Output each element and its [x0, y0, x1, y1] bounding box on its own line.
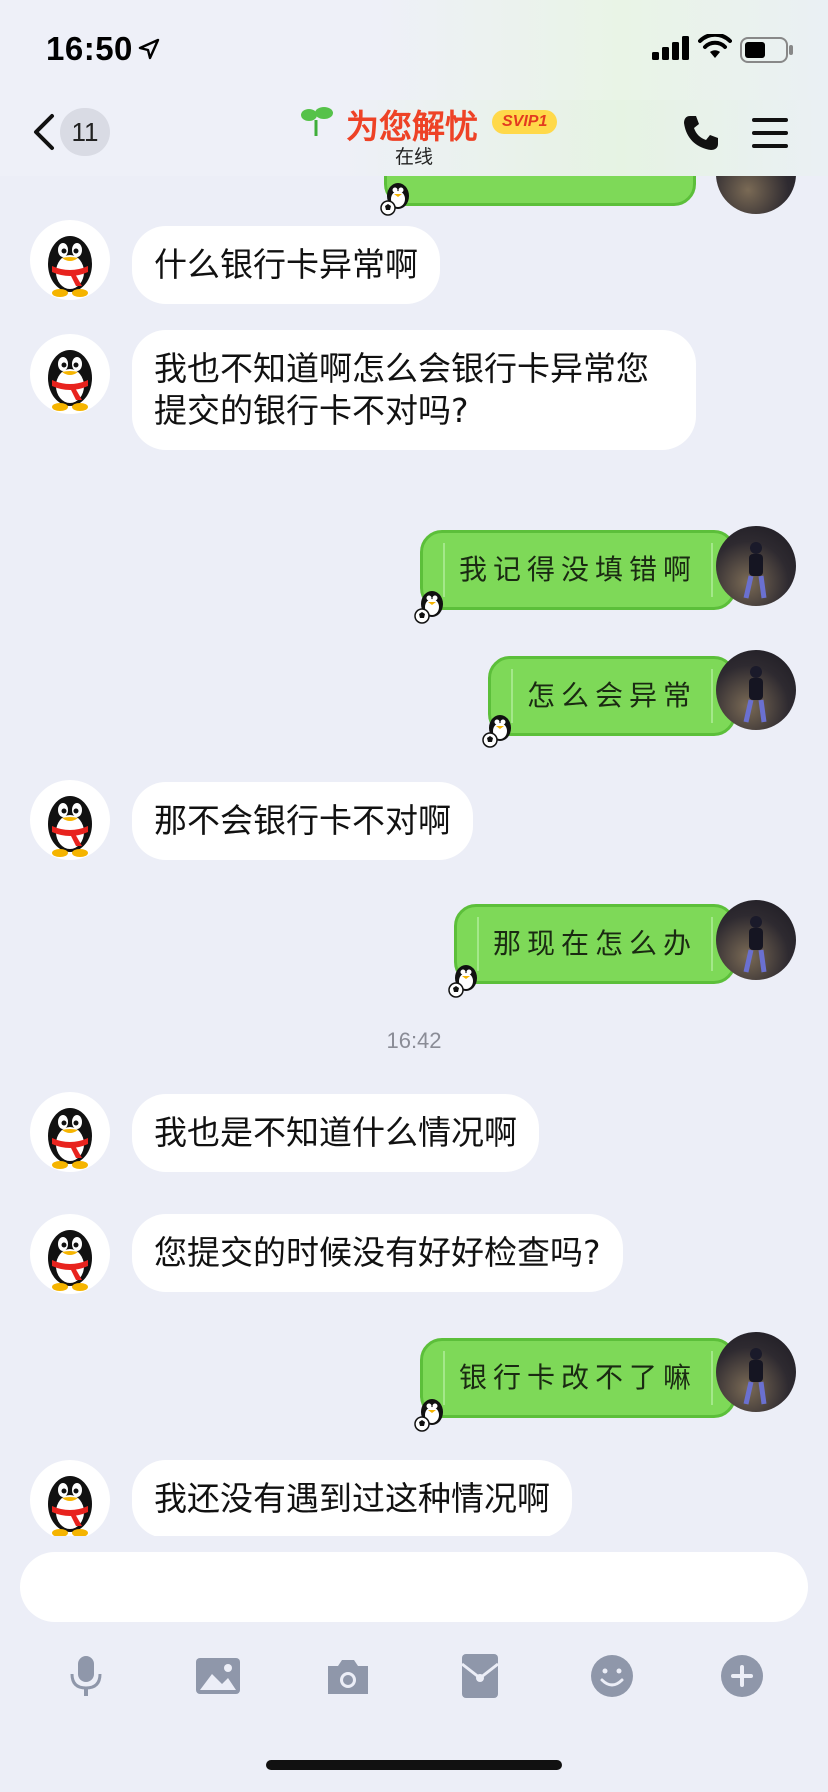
outgoing-bubble[interactable] — [384, 176, 696, 206]
contact-name[interactable]: 为您解忧 — [346, 100, 478, 148]
menu-icon[interactable] — [752, 116, 788, 150]
input-toolbar — [0, 1640, 828, 1710]
person-photo-icon — [743, 666, 767, 723]
qq-penguin-icon — [48, 796, 92, 857]
qq-penguin-icon — [48, 1230, 92, 1291]
phone-call-icon[interactable] — [682, 114, 720, 152]
outgoing-text: 我记得没填错啊 — [443, 543, 714, 597]
outgoing-bubble[interactable]: 我记得没填错啊 — [420, 530, 748, 610]
outgoing-bubble[interactable]: 那现在怎么办 — [454, 904, 748, 984]
plus-icon[interactable] — [718, 1652, 766, 1700]
microphone-icon[interactable] — [62, 1652, 110, 1700]
qq-penguin-icon — [48, 350, 92, 411]
outgoing-text: 银行卡改不了嘛 — [443, 1351, 714, 1405]
message-list[interactable]: 什么银行卡异常啊 我也不知道啊怎么会银行卡异常您 提交的银行卡不对吗? 我记得没… — [0, 176, 828, 1536]
outgoing-text: 那现在怎么办 — [477, 917, 714, 971]
contact-avatar[interactable] — [30, 780, 110, 860]
person-photo-icon — [743, 1348, 767, 1405]
incoming-bubble[interactable]: 那不会银行卡不对啊 — [132, 782, 473, 860]
message-input[interactable] — [20, 1552, 808, 1622]
battery-icon — [740, 37, 793, 63]
penguin-football-icon — [414, 1399, 443, 1432]
penguin-football-icon — [380, 183, 409, 216]
penguin-football-icon — [414, 591, 443, 624]
incoming-bubble[interactable]: 我还没有遇到过这种情况啊 — [132, 1460, 572, 1536]
penguin-football-icon — [448, 965, 477, 998]
contact-avatar[interactable] — [30, 1460, 110, 1536]
outgoing-text: 怎么会异常 — [511, 669, 714, 723]
emoji-icon[interactable] — [588, 1652, 636, 1700]
my-avatar[interactable] — [716, 650, 796, 730]
penguin-football-icon — [482, 715, 511, 748]
qq-penguin-icon — [48, 1108, 92, 1169]
outgoing-bubble[interactable]: 银行卡改不了嘛 — [420, 1338, 748, 1418]
contact-avatar[interactable] — [30, 334, 110, 414]
my-avatar[interactable] — [716, 1332, 796, 1412]
red-packet-icon[interactable] — [456, 1652, 504, 1700]
status-bar: 16:50 — [0, 0, 828, 100]
contact-avatar[interactable] — [30, 1092, 110, 1172]
person-photo-icon — [743, 542, 767, 599]
contact-avatar[interactable] — [30, 1214, 110, 1294]
incoming-bubble[interactable]: 什么银行卡异常啊 — [132, 226, 440, 304]
svip-badge: SVIP1 — [492, 110, 558, 134]
qq-penguin-icon — [48, 1476, 92, 1536]
my-avatar[interactable] — [716, 176, 796, 214]
outgoing-bubble[interactable]: 怎么会异常 — [488, 656, 748, 736]
incoming-bubble[interactable]: 您提交的时候没有好好检查吗? — [132, 1214, 623, 1292]
my-avatar[interactable] — [716, 526, 796, 606]
contact-avatar[interactable] — [30, 220, 110, 300]
message-timestamp: 16:42 — [386, 1028, 442, 1053]
home-indicator — [266, 1760, 562, 1770]
incoming-bubble[interactable]: 我也是不知道什么情况啊 — [132, 1094, 539, 1172]
camera-icon[interactable] — [324, 1652, 372, 1700]
my-avatar[interactable] — [716, 900, 796, 980]
status-time: 16:50 — [46, 30, 133, 67]
sprout-icon — [301, 107, 333, 136]
qq-penguin-icon — [48, 236, 92, 297]
cellular-signal-icon — [652, 36, 689, 60]
person-photo-icon — [743, 916, 767, 973]
location-arrow-icon — [138, 38, 160, 60]
chat-header: 11 为您解忧 SVIP1 在线 — [0, 100, 828, 176]
image-icon[interactable] — [194, 1652, 242, 1700]
wifi-icon — [698, 34, 732, 58]
incoming-bubble[interactable]: 我也不知道啊怎么会银行卡异常您 提交的银行卡不对吗? — [132, 330, 696, 450]
